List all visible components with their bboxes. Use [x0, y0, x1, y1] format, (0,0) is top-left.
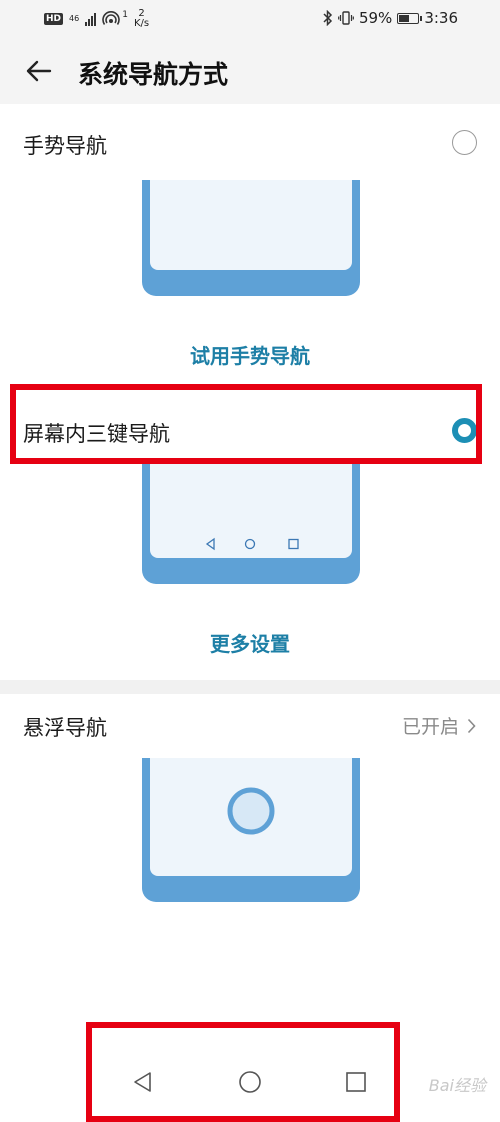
status-right: 59% 3:36 [323, 9, 458, 27]
gesture-nav-radio[interactable] [452, 130, 477, 155]
gesture-phone-illustration [142, 180, 360, 296]
floating-phone-illustration [142, 758, 360, 902]
title-bar: 系统导航方式 [0, 38, 500, 104]
battery-percent: 59% [358, 9, 393, 27]
floating-dock-icon [227, 787, 275, 835]
watermark: Bai经验 [428, 1076, 486, 1095]
three-key-nav-label: 屏幕内三键导航 [23, 422, 170, 446]
system-nav-bar: Bai经验 [0, 1050, 500, 1111]
gesture-nav-label: 手势导航 [23, 134, 107, 158]
floating-nav-option[interactable]: 悬浮导航 已开启 [0, 696, 500, 756]
speed-unit: K/s [133, 18, 150, 29]
three-key-nav-radio[interactable] [452, 418, 477, 443]
status-left: HD 46 1 2 K/s [44, 9, 149, 29]
section-divider [0, 680, 500, 694]
network-type: 46 [69, 14, 80, 23]
network-speed: 2 K/s [134, 9, 149, 29]
three-key-phone-screen [150, 464, 352, 558]
status-bar: HD 46 1 2 K/s 59% 3:36 [0, 0, 500, 38]
back-triangle-icon[interactable] [131, 1070, 155, 1094]
recents-square-icon[interactable] [344, 1070, 368, 1094]
back-arrow-icon[interactable] [22, 54, 56, 88]
hd-badge: HD [44, 13, 64, 25]
clock: 3:36 [424, 9, 458, 27]
gesture-nav-option[interactable]: 手势导航 [0, 114, 500, 174]
three-key-nav-option[interactable]: 屏幕内三键导航 [0, 402, 500, 462]
page-title: 系统导航方式 [78, 60, 229, 89]
vibrate-icon [338, 11, 354, 25]
chevron-right-icon [467, 718, 476, 733]
floating-nav-label: 悬浮导航 [23, 716, 107, 740]
floating-phone-screen [150, 758, 352, 876]
three-key-phone-illustration [142, 464, 360, 584]
hotspot-icon [102, 11, 120, 25]
gesture-phone-screen [150, 180, 352, 270]
try-gesture-link[interactable]: 试用手势导航 [0, 340, 500, 369]
floating-nav-status: 已开启 [402, 712, 476, 739]
mini-nav-keys-icon [205, 537, 299, 551]
hotspot-count: 1 [122, 10, 128, 20]
floating-nav-status-text: 已开启 [401, 716, 459, 738]
signal-icon [85, 12, 97, 26]
home-circle-icon[interactable] [238, 1070, 262, 1094]
battery-icon [397, 12, 423, 24]
bluetooth-icon [323, 10, 333, 26]
more-settings-link[interactable]: 更多设置 [0, 628, 500, 657]
